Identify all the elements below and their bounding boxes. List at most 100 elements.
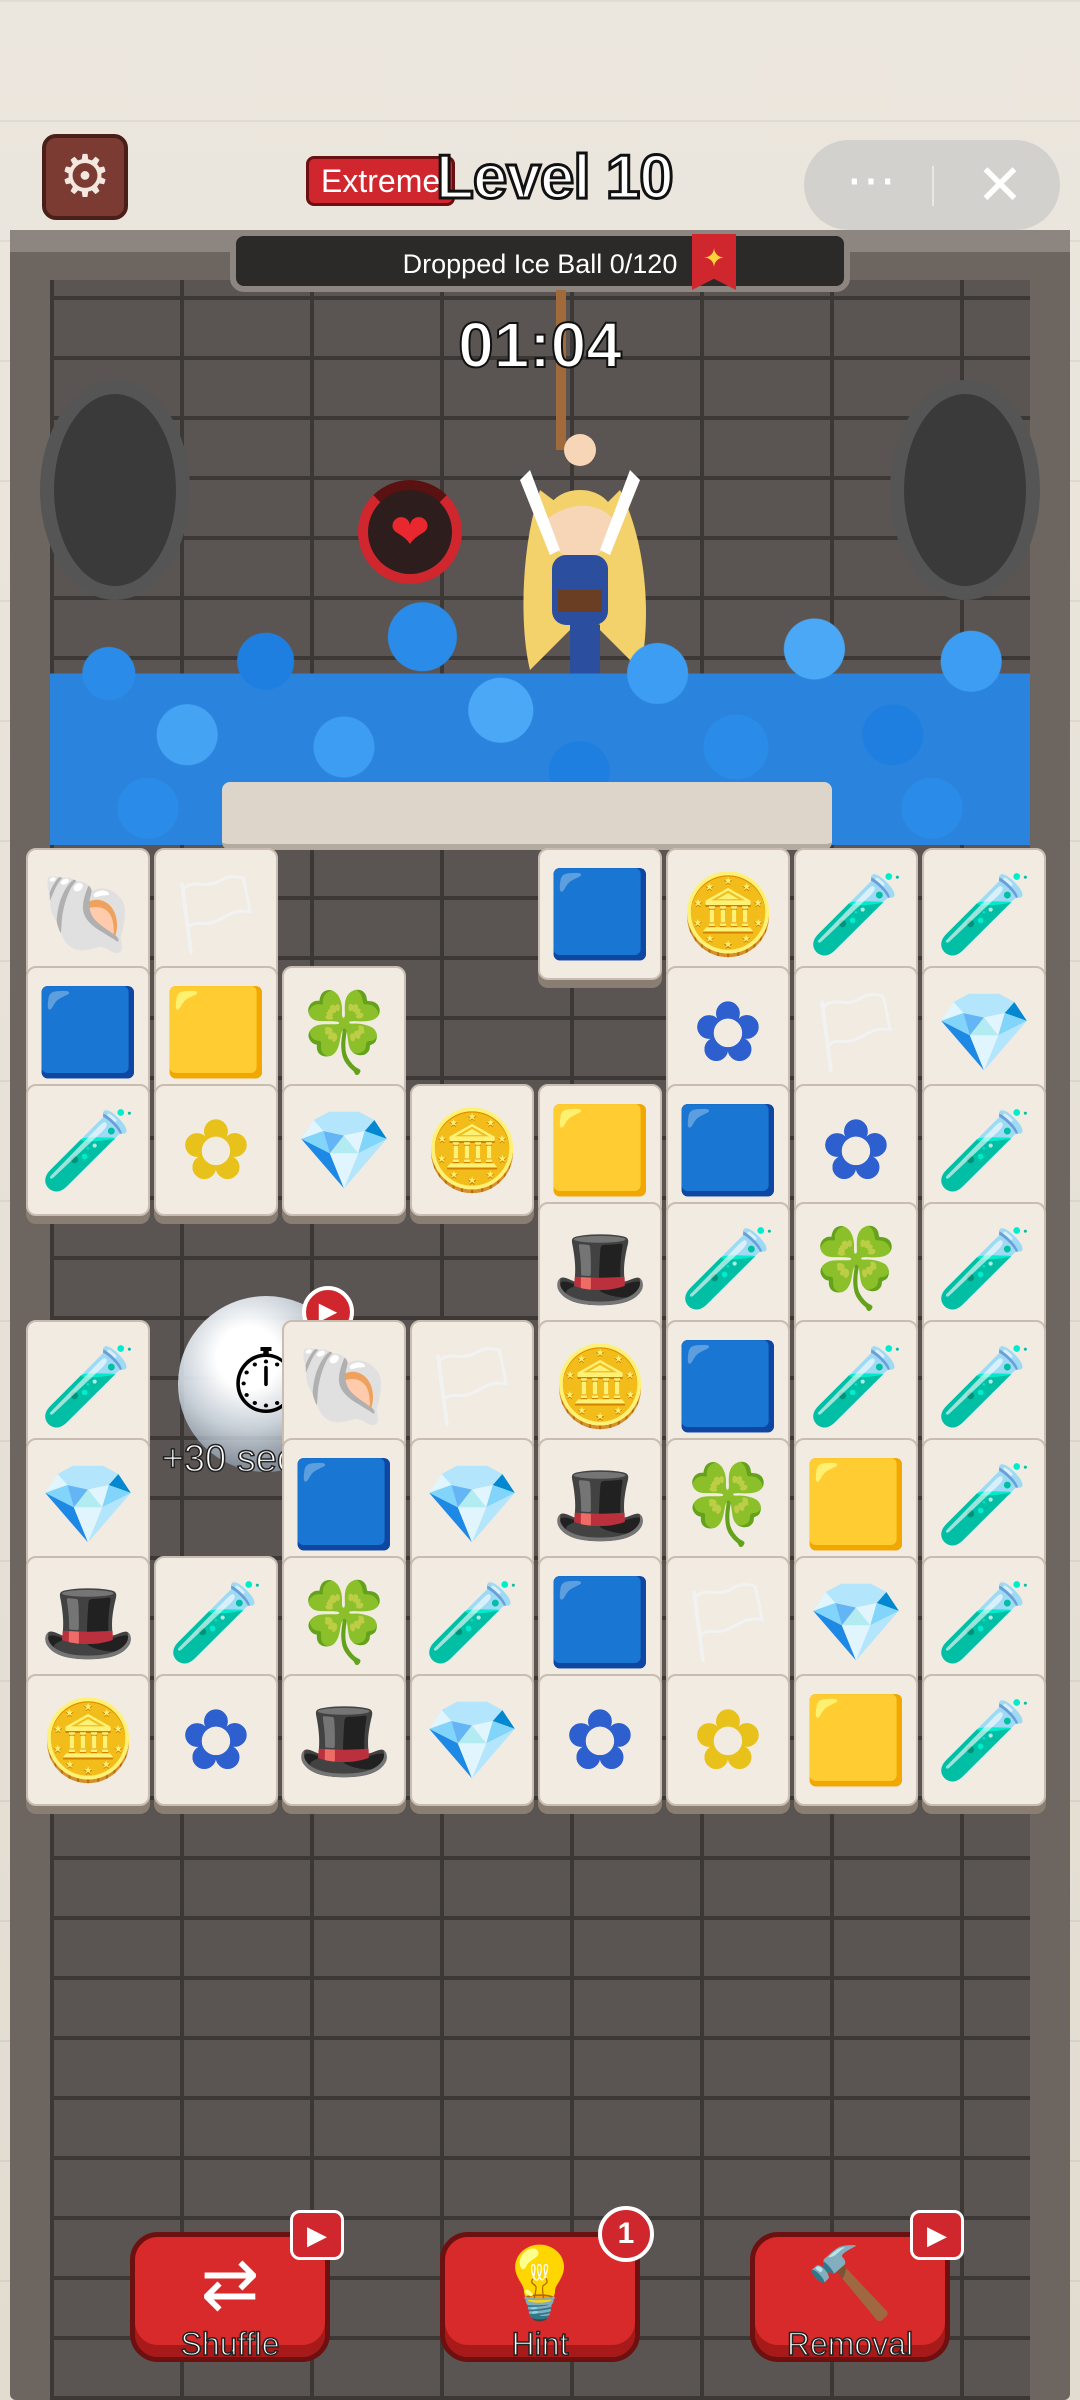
banner-yellow-icon: 🟨 <box>547 1103 653 1197</box>
crystal-green-icon: 💎 <box>295 1106 393 1194</box>
tile-crystal-green[interactable]: 💎 <box>410 1438 534 1570</box>
tile-leaf-green[interactable]: 🍀 <box>666 1438 790 1570</box>
tile-flower-blue[interactable]: ✿ <box>538 1674 662 1806</box>
tile-leaf-green[interactable]: 🍀 <box>282 1556 406 1688</box>
tile-potion-red[interactable]: 🧪 <box>922 1438 1046 1570</box>
tile-flag[interactable]: 🏳 <box>154 848 278 980</box>
shell-icon: 🐚 <box>39 870 137 958</box>
tile-coin[interactable]: 🪙 <box>666 848 790 980</box>
crystal-green-icon: 💎 <box>423 1460 521 1548</box>
tile-banner-blue[interactable]: 🟦 <box>282 1438 406 1570</box>
close-icon: ✕ <box>976 153 1024 216</box>
leaf-green-icon: 🍀 <box>807 1224 905 1312</box>
potion-red-icon: 🧪 <box>935 1696 1033 1784</box>
banner-blue-icon: 🟦 <box>675 1103 781 1197</box>
tile-crystal-green[interactable]: 💎 <box>410 1674 534 1806</box>
tile-shell[interactable]: 🐚 <box>282 1320 406 1452</box>
shuffle-label: Shuffle <box>180 2325 281 2363</box>
potion-red-icon: 🧪 <box>935 1342 1033 1430</box>
tile-crystal-green[interactable]: 💎 <box>26 1438 150 1570</box>
flag-icon: 🏳 <box>806 988 906 1076</box>
tile-flower-blue[interactable]: ✿ <box>154 1674 278 1806</box>
tile-leaf-green[interactable]: 🍀 <box>794 1202 918 1334</box>
tile-hat-green[interactable]: 🎩 <box>538 1438 662 1570</box>
tile-potion-blue[interactable]: 🧪 <box>26 1084 150 1216</box>
tile-potion-red[interactable]: 🧪 <box>794 848 918 980</box>
tile-hat-green[interactable]: 🎩 <box>538 1202 662 1334</box>
tile-potion-red[interactable]: 🧪 <box>922 1556 1046 1688</box>
video-ad-icon: ▶ <box>910 2210 964 2260</box>
tile-banner-yellow[interactable]: 🟨 <box>154 966 278 1098</box>
crystal-red-icon: 💎 <box>807 1578 905 1666</box>
tile-potion-red[interactable]: 🧪 <box>154 1556 278 1688</box>
tile-coin[interactable]: 🪙 <box>410 1084 534 1216</box>
tile-banner-blue[interactable]: 🟦 <box>538 848 662 980</box>
coin-icon: 🪙 <box>679 870 777 958</box>
difficulty-badge: Extreme <box>306 156 456 206</box>
hat-green-icon: 🎩 <box>551 1224 649 1312</box>
hat-green-icon: 🎩 <box>551 1460 649 1548</box>
banner-blue-icon: 🟦 <box>547 1575 653 1669</box>
shell-icon: 🐚 <box>295 1342 393 1430</box>
tile-banner-blue[interactable]: 🟦 <box>666 1084 790 1216</box>
potion-red-icon: 🧪 <box>935 1578 1033 1666</box>
tile-flag[interactable]: 🏳 <box>666 1556 790 1688</box>
stone-platform <box>222 782 832 850</box>
tile-banner-yellow[interactable]: 🟨 <box>794 1674 918 1806</box>
tile-crystal-red[interactable]: 💎 <box>922 966 1046 1098</box>
crystal-green-icon: 💎 <box>423 1696 521 1784</box>
tile-potion-blue[interactable]: 🧪 <box>410 1556 534 1688</box>
tile-potion-red[interactable]: 🧪 <box>922 1320 1046 1452</box>
flag-icon: 🏳 <box>422 1342 522 1430</box>
more-button[interactable]: ⋯ <box>822 140 922 230</box>
flower-blue-icon: ✿ <box>564 1693 636 1787</box>
tile-flag[interactable]: 🏳 <box>410 1320 534 1452</box>
potion-blue-icon: 🧪 <box>935 870 1033 958</box>
tile-crystal-red[interactable]: 💎 <box>794 1556 918 1688</box>
potion-red-icon: 🧪 <box>167 1578 265 1666</box>
potion-red-icon: 🧪 <box>39 1342 137 1430</box>
tile-potion-blue[interactable]: 🧪 <box>922 848 1046 980</box>
tile-banner-blue[interactable]: 🟦 <box>538 1556 662 1688</box>
tile-flag[interactable]: 🏳 <box>794 966 918 1098</box>
heart-icon: ❤ <box>389 506 431 559</box>
tile-leaf-green[interactable]: 🍀 <box>282 966 406 1098</box>
flag-icon: 🏳 <box>678 1578 778 1666</box>
tile-shell[interactable]: 🐚 <box>26 848 150 980</box>
settings-button[interactable]: ⚙ <box>42 134 128 220</box>
tile-banner-yellow[interactable]: 🟨 <box>794 1438 918 1570</box>
tile-coin[interactable]: 🪙 <box>26 1674 150 1806</box>
crystal-green-icon: 💎 <box>39 1460 137 1548</box>
tile-potion-red[interactable]: 🧪 <box>26 1320 150 1452</box>
potion-blue-icon: 🧪 <box>39 1106 137 1194</box>
lightbulb-icon: 💡 <box>496 2244 584 2322</box>
tile-flower-yellow[interactable]: ✿ <box>154 1084 278 1216</box>
tile-flower-yellow[interactable]: ✿ <box>666 1674 790 1806</box>
tile-potion-blue[interactable]: 🧪 <box>922 1084 1046 1216</box>
tile-hat-green[interactable]: 🎩 <box>282 1674 406 1806</box>
tile-banner-yellow[interactable]: 🟨 <box>538 1084 662 1216</box>
potion-red-icon: 🧪 <box>935 1224 1033 1312</box>
tile-potion-blue[interactable]: 🧪 <box>666 1202 790 1334</box>
goal-text: Dropped Ice Ball 0/120 <box>402 249 678 279</box>
tile-hat-green[interactable]: 🎩 <box>26 1556 150 1688</box>
tile-coin[interactable]: 🪙 <box>538 1320 662 1452</box>
hint-count-badge: 1 <box>598 2206 654 2262</box>
coin-icon: 🪙 <box>39 1696 137 1784</box>
tile-banner-blue[interactable]: 🟦 <box>26 966 150 1098</box>
coin-icon: 🪙 <box>423 1106 521 1194</box>
tile-crystal-green[interactable]: 💎 <box>282 1084 406 1216</box>
tile-potion-blue[interactable]: 🧪 <box>794 1320 918 1452</box>
tile-potion-red[interactable]: 🧪 <box>922 1674 1046 1806</box>
tile-flower-blue[interactable]: ✿ <box>794 1084 918 1216</box>
tile-flower-blue[interactable]: ✿ <box>666 966 790 1098</box>
hat-green-icon: 🎩 <box>39 1578 137 1666</box>
banner-blue-icon: 🟦 <box>291 1457 397 1551</box>
tile-banner-blue[interactable]: 🟦 <box>666 1320 790 1452</box>
leaf-green-icon: 🍀 <box>295 1578 393 1666</box>
removal-label: Removal <box>786 2325 914 2363</box>
life-indicator: ❤ <box>358 480 462 584</box>
hint-label: Hint <box>511 2325 569 2363</box>
close-button[interactable]: ✕ <box>950 140 1050 230</box>
tile-potion-red[interactable]: 🧪 <box>922 1202 1046 1334</box>
